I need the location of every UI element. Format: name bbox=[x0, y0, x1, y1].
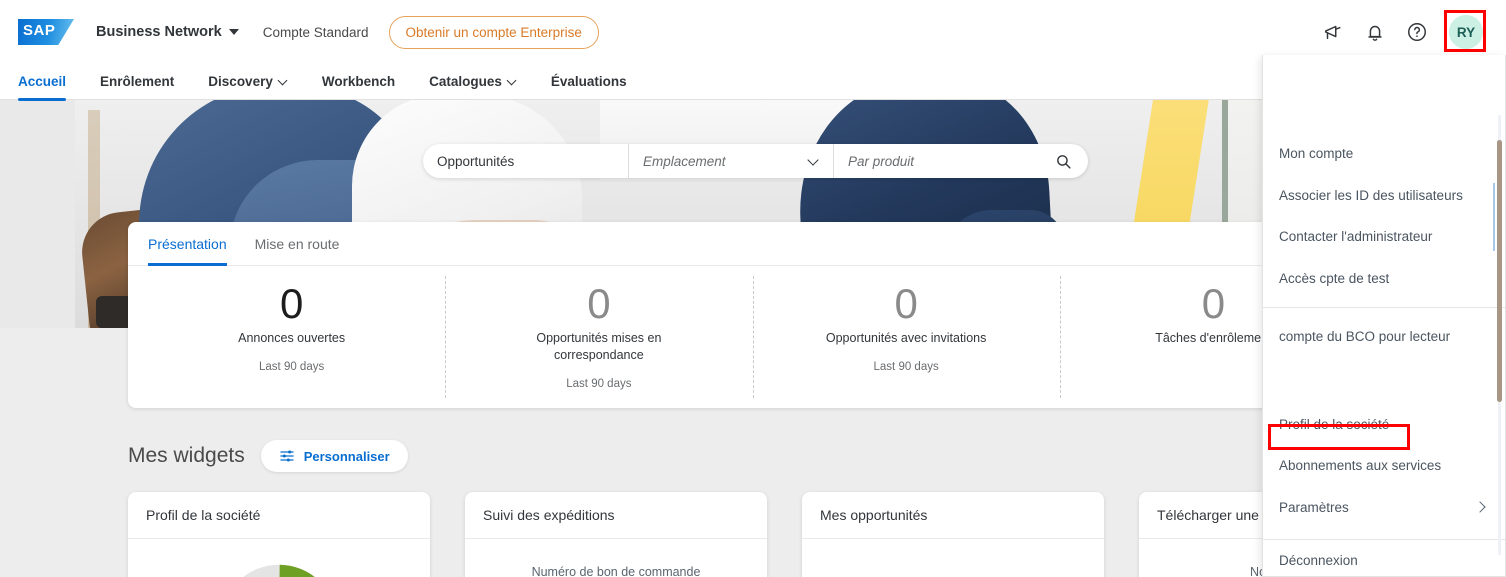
menu-item-label: Abonnements aux services bbox=[1279, 458, 1442, 474]
nav-item-discovery[interactable]: Discovery bbox=[208, 64, 288, 100]
search-category-value: Opportunités bbox=[437, 153, 515, 169]
nav-label: Workbench bbox=[321, 74, 396, 89]
search-product-field[interactable]: Par produit bbox=[833, 144, 1088, 178]
chevron-down-icon bbox=[809, 156, 819, 166]
widgets-title: Mes widgets bbox=[128, 444, 245, 467]
account-menu-items: Mon compte Associer les ID des utilisate… bbox=[1263, 55, 1505, 577]
nav-label: Catalogues bbox=[429, 74, 502, 89]
widgets-row: Profil de la société Suivi des expéditio… bbox=[128, 492, 1441, 577]
nav-item-enrolement[interactable]: Enrôlement bbox=[100, 64, 174, 100]
menu-item-label: Contacter l'administrateur bbox=[1279, 229, 1433, 245]
nav-item-catalogues[interactable]: Catalogues bbox=[429, 64, 517, 100]
menu-item-deconnexion[interactable]: Déconnexion bbox=[1263, 540, 1505, 577]
nav-label: Discovery bbox=[208, 74, 273, 89]
menu-item-label: Associer les ID des utilisateurs bbox=[1279, 187, 1463, 203]
menu-item-label: Profil de la société bbox=[1279, 416, 1390, 432]
nav-label: Accueil bbox=[18, 74, 67, 89]
menu-item-parametres[interactable]: Paramètres bbox=[1263, 487, 1505, 529]
menu-item-contacter-l-administrateur[interactable]: Contacter l'administrateur bbox=[1263, 216, 1505, 258]
menu-item-mon-compte[interactable]: Mon compte bbox=[1263, 133, 1505, 175]
menu-item-compte-du-bco-pour-lecteur[interactable]: compte du BCO pour lecteur bbox=[1263, 316, 1505, 358]
profile-completion-donut-chart bbox=[243, 564, 315, 577]
megaphone-icon[interactable] bbox=[1322, 21, 1344, 43]
stat-value: 0 bbox=[587, 280, 611, 327]
nav-item-accueil[interactable]: Accueil bbox=[18, 64, 67, 101]
search-location-select[interactable]: Emplacement bbox=[628, 144, 833, 178]
stat-sublabel: Last 90 days bbox=[566, 377, 632, 390]
get-enterprise-account-button[interactable]: Obtenir un compte Enterprise bbox=[388, 15, 599, 49]
stat-label: Tâches d'enrôlement bbox=[1155, 331, 1272, 346]
widget-title: Suivi des expéditions bbox=[465, 492, 767, 539]
avatar[interactable]: RY bbox=[1449, 15, 1483, 49]
stat-label: Opportunités mises en correspondance bbox=[536, 331, 662, 362]
sap-logo-text: SAP bbox=[23, 22, 56, 39]
tab-presentation[interactable]: Présentation bbox=[148, 222, 227, 266]
stat-annonces-ouvertes[interactable]: 0 Annonces ouvertes Last 90 days bbox=[138, 266, 445, 408]
chevron-down-icon bbox=[279, 77, 288, 86]
sap-logo[interactable]: SAP bbox=[18, 19, 74, 45]
overview-card: Présentation Mise en route 0 Annonces ou… bbox=[128, 222, 1377, 408]
menu-divider bbox=[1263, 307, 1505, 309]
menu-item-label: Mon compte bbox=[1279, 146, 1354, 161]
bell-icon[interactable] bbox=[1364, 21, 1386, 43]
widget-body: Numéro de bon de commande bbox=[465, 539, 767, 577]
stat-value: 0 bbox=[279, 280, 304, 327]
widgets-header: Mes widgets Personnaliser bbox=[128, 440, 408, 472]
tab-label: Présentation bbox=[148, 235, 227, 252]
widget-title: Profil de la société bbox=[128, 492, 430, 539]
menu-item-acces-cpte-de-test[interactable]: Accès cpte de test bbox=[1263, 258, 1505, 300]
search-location-placeholder: Emplacement bbox=[643, 153, 726, 169]
sliders-icon bbox=[280, 450, 294, 462]
nav-label: Évaluations bbox=[550, 74, 627, 89]
customize-button[interactable]: Personnaliser bbox=[260, 440, 408, 472]
widget-suivi-des-expeditions[interactable]: Suivi des expéditions Numéro de bon de c… bbox=[465, 492, 767, 577]
widget-body bbox=[128, 539, 430, 577]
menu-item-abonnements-aux-services[interactable]: Abonnements aux services bbox=[1263, 445, 1505, 487]
menu-item-label: Paramètres bbox=[1279, 499, 1349, 515]
customize-label: Personnaliser bbox=[303, 448, 390, 464]
overview-tabs: Présentation Mise en route bbox=[128, 222, 1377, 266]
account-dropdown-menu: Mon compte Associer les ID des utilisate… bbox=[1262, 55, 1506, 577]
widget-body-text: Numéro de bon de commande bbox=[531, 565, 701, 577]
menu-item-label: compte du BCO pour lecteur bbox=[1279, 329, 1451, 345]
chevron-down-icon bbox=[508, 77, 517, 86]
tab-label: Mise en route bbox=[254, 235, 340, 252]
widget-mes-opportunites[interactable]: Mes opportunités bbox=[802, 492, 1104, 577]
nav-label: Enrôlement bbox=[100, 74, 175, 89]
menu-item-label: Déconnexion bbox=[1279, 552, 1358, 568]
stat-opportunites-mises-en-correspondance[interactable]: 0 Opportunités mises en correspondance L… bbox=[445, 266, 752, 408]
nav-item-evaluations[interactable]: Évaluations bbox=[551, 64, 627, 100]
stat-sublabel: Last 90 days bbox=[873, 360, 939, 373]
top-bar-actions: RY bbox=[1322, 10, 1490, 52]
tab-mise-en-route[interactable]: Mise en route bbox=[255, 222, 340, 266]
avatar-container: RY bbox=[1444, 10, 1486, 52]
menu-spacer bbox=[1263, 358, 1505, 404]
search-icon[interactable] bbox=[1055, 153, 1072, 170]
search-product-placeholder: Par produit bbox=[848, 153, 915, 169]
stat-opportunites-avec-invitations[interactable]: 0 Opportunités avec invitations Last 90 … bbox=[752, 266, 1060, 408]
widget-body bbox=[802, 539, 1104, 577]
help-icon[interactable] bbox=[1406, 21, 1428, 43]
menu-item-profil-de-la-societe[interactable]: Profil de la société bbox=[1263, 404, 1505, 446]
search-category-field[interactable]: Opportunités bbox=[423, 144, 628, 178]
product-title-dropdown[interactable]: Business Network bbox=[96, 24, 239, 40]
stat-value: 0 bbox=[1201, 280, 1226, 327]
discovery-search-bar: Opportunités Emplacement Par produit bbox=[423, 144, 1088, 178]
widget-profil-de-la-societe[interactable]: Profil de la société bbox=[128, 492, 430, 577]
stat-sublabel: Last 90 days bbox=[259, 360, 325, 373]
stat-label: Opportunités avec invitations bbox=[825, 331, 987, 346]
app-root: SAP Business Network Compte Standard Obt… bbox=[0, 0, 1506, 577]
menu-item-label: Accès cpte de test bbox=[1279, 270, 1390, 286]
chevron-right-icon bbox=[1476, 503, 1485, 512]
product-title-label: Business Network bbox=[96, 24, 222, 40]
stat-label: Annonces ouvertes bbox=[238, 331, 346, 346]
menu-item-associer-les-id-des-utilisateurs[interactable]: Associer les ID des utilisateurs bbox=[1263, 175, 1505, 217]
stat-value: 0 bbox=[894, 280, 918, 327]
chevron-down-icon bbox=[228, 29, 239, 35]
overview-stats: 0 Annonces ouvertes Last 90 days 0 Oppor… bbox=[128, 266, 1377, 408]
account-type-label: Compte Standard bbox=[262, 24, 369, 40]
widget-title: Mes opportunités bbox=[802, 492, 1104, 539]
nav-item-workbench[interactable]: Workbench bbox=[322, 64, 395, 100]
